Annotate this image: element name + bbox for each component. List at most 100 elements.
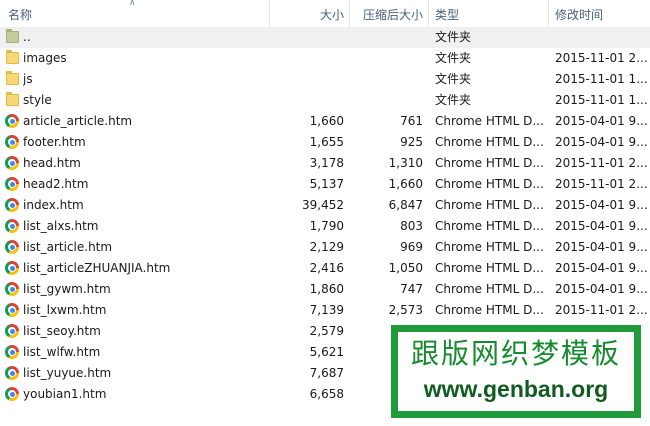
file-type: 文件夹 xyxy=(435,51,472,65)
file-name: images xyxy=(23,51,67,65)
file-name: head2.htm xyxy=(23,177,89,191)
column-divider[interactable] xyxy=(548,0,549,27)
column-header-size[interactable]: 大小 xyxy=(270,0,344,27)
chrome-file-icon xyxy=(5,342,21,363)
file-size: 1,660 xyxy=(309,114,344,128)
chrome-file-icon xyxy=(5,195,21,216)
file-row[interactable]: list_articleZHUANJIA.htm 2,416 1,050 Chrome… xyxy=(0,258,650,279)
chrome-file-icon xyxy=(5,258,21,279)
folder-icon xyxy=(5,69,21,90)
column-divider[interactable] xyxy=(428,0,429,27)
file-size: 3,178 xyxy=(309,156,344,170)
file-name: youbian1.htm xyxy=(23,387,107,401)
chrome-file-icon xyxy=(5,363,21,384)
file-type: 文件夹 xyxy=(435,93,472,107)
file-modified: 2015-11-01 1... xyxy=(555,93,648,107)
file-name: footer.htm xyxy=(23,135,86,149)
file-size xyxy=(270,69,344,90)
file-compressed-size: 761 xyxy=(400,114,423,128)
file-compressed-size: 6,847 xyxy=(388,198,423,212)
file-name: head.htm xyxy=(23,156,81,170)
file-row[interactable]: style 文件夹 2015-11-01 1... xyxy=(0,90,650,111)
file-name: article_article.htm xyxy=(23,114,133,128)
file-row[interactable]: head.htm 3,178 1,310 Chrome HTML D... 2015-1… xyxy=(0,153,650,174)
file-modified: 2015-04-01 9... xyxy=(555,282,648,296)
file-modified: 2015-04-01 9... xyxy=(555,135,648,149)
file-modified: 2015-11-01 2... xyxy=(555,51,648,65)
file-compressed-size xyxy=(350,69,423,90)
file-compressed-size xyxy=(350,48,423,69)
file-name: style xyxy=(23,93,52,107)
file-name: list_articleZHUANJIA.htm xyxy=(23,261,171,275)
file-size: 7,139 xyxy=(309,303,344,317)
column-header-modified[interactable]: 修改时间 xyxy=(555,0,650,27)
file-size: 2,579 xyxy=(309,324,344,338)
file-row[interactable]: index.htm 39,452 6,847 Chrome HTML D... 2015… xyxy=(0,195,650,216)
file-row[interactable]: list_alxs.htm 1,790 803 Chrome HTML D... 201… xyxy=(0,216,650,237)
file-row[interactable]: .. 文件夹 xyxy=(0,27,650,48)
chrome-file-icon xyxy=(5,321,21,342)
file-size: 1,655 xyxy=(309,135,344,149)
file-row[interactable]: list_gywm.htm 1,860 747 Chrome HTML D... 201… xyxy=(0,279,650,300)
file-name: js xyxy=(23,72,33,86)
file-modified: 2015-11-01 2... xyxy=(555,303,648,317)
file-compressed-size: 1,310 xyxy=(388,156,423,170)
file-size xyxy=(270,27,344,48)
file-modified: 2015-11-01 2... xyxy=(555,177,648,191)
file-row[interactable]: images 文件夹 2015-11-01 2... xyxy=(0,48,650,69)
file-size xyxy=(270,90,344,111)
file-modified: 2015-11-01 1... xyxy=(555,72,648,86)
file-type: Chrome HTML D... xyxy=(435,303,544,317)
file-type: Chrome HTML D... xyxy=(435,135,544,149)
file-name: list_wlfw.htm xyxy=(23,345,101,359)
file-size: 1,860 xyxy=(309,282,344,296)
folder-up-icon xyxy=(5,27,21,48)
column-header-type[interactable]: 类型 xyxy=(435,0,547,27)
file-compressed-size: 1,050 xyxy=(388,261,423,275)
watermark-title: 跟版网织梦模板 xyxy=(410,337,621,370)
file-type: Chrome HTML D... xyxy=(435,156,544,170)
file-size: 5,621 xyxy=(309,345,344,359)
file-name: index.htm xyxy=(23,198,84,212)
file-compressed-size: 2,573 xyxy=(388,303,423,317)
column-header-bar: 名称 ∧ 大小 压缩后大小 类型 修改时间 xyxy=(0,0,650,28)
file-row[interactable]: article_article.htm 1,660 761 Chrome HTML D… xyxy=(0,111,650,132)
file-type: Chrome HTML D... xyxy=(435,261,544,275)
file-type: Chrome HTML D... xyxy=(435,198,544,212)
column-header-compressed-size[interactable]: 压缩后大小 xyxy=(350,0,423,27)
file-row[interactable]: list_lxwm.htm 7,139 2,573 Chrome HTML D... 2… xyxy=(0,300,650,321)
chrome-file-icon xyxy=(5,153,21,174)
file-type: Chrome HTML D... xyxy=(435,177,544,191)
file-row[interactable]: footer.htm 1,655 925 Chrome HTML D... 2015-0… xyxy=(0,132,650,153)
file-row[interactable]: list_article.htm 2,129 969 Chrome HTML D...… xyxy=(0,237,650,258)
file-name: list_seoy.htm xyxy=(23,324,101,338)
watermark-panel: 跟版网织梦模板 www.genban.org xyxy=(397,331,635,412)
file-type: Chrome HTML D... xyxy=(435,240,544,254)
chrome-file-icon xyxy=(5,279,21,300)
file-name: list_gywm.htm xyxy=(23,282,111,296)
file-type: Chrome HTML D... xyxy=(435,219,544,233)
file-type: Chrome HTML D... xyxy=(435,114,544,128)
file-modified: 2015-04-01 9... xyxy=(555,261,648,275)
file-row[interactable]: js 文件夹 2015-11-01 1... xyxy=(0,69,650,90)
folder-icon xyxy=(5,90,21,111)
chrome-file-icon xyxy=(5,300,21,321)
file-size: 2,129 xyxy=(309,240,344,254)
watermark-url: www.genban.org xyxy=(423,376,609,402)
chrome-file-icon xyxy=(5,174,21,195)
file-compressed-size xyxy=(350,27,423,48)
folder-icon xyxy=(5,48,21,69)
file-size: 5,137 xyxy=(309,177,344,191)
file-modified: 2015-04-01 9... xyxy=(555,219,648,233)
file-name: list_yuyue.htm xyxy=(23,366,112,380)
file-size: 2,416 xyxy=(309,261,344,275)
file-modified xyxy=(555,27,650,48)
chrome-file-icon xyxy=(5,111,21,132)
chrome-file-icon xyxy=(5,132,21,153)
file-size: 39,452 xyxy=(302,198,344,212)
file-row[interactable]: head2.htm 5,137 1,660 Chrome HTML D... 2015-… xyxy=(0,174,650,195)
file-type: 文件夹 xyxy=(435,30,472,44)
file-name: list_article.htm xyxy=(23,240,113,254)
sort-ascending-icon: ∧ xyxy=(129,0,136,8)
file-modified: 2015-04-01 9... xyxy=(555,114,648,128)
